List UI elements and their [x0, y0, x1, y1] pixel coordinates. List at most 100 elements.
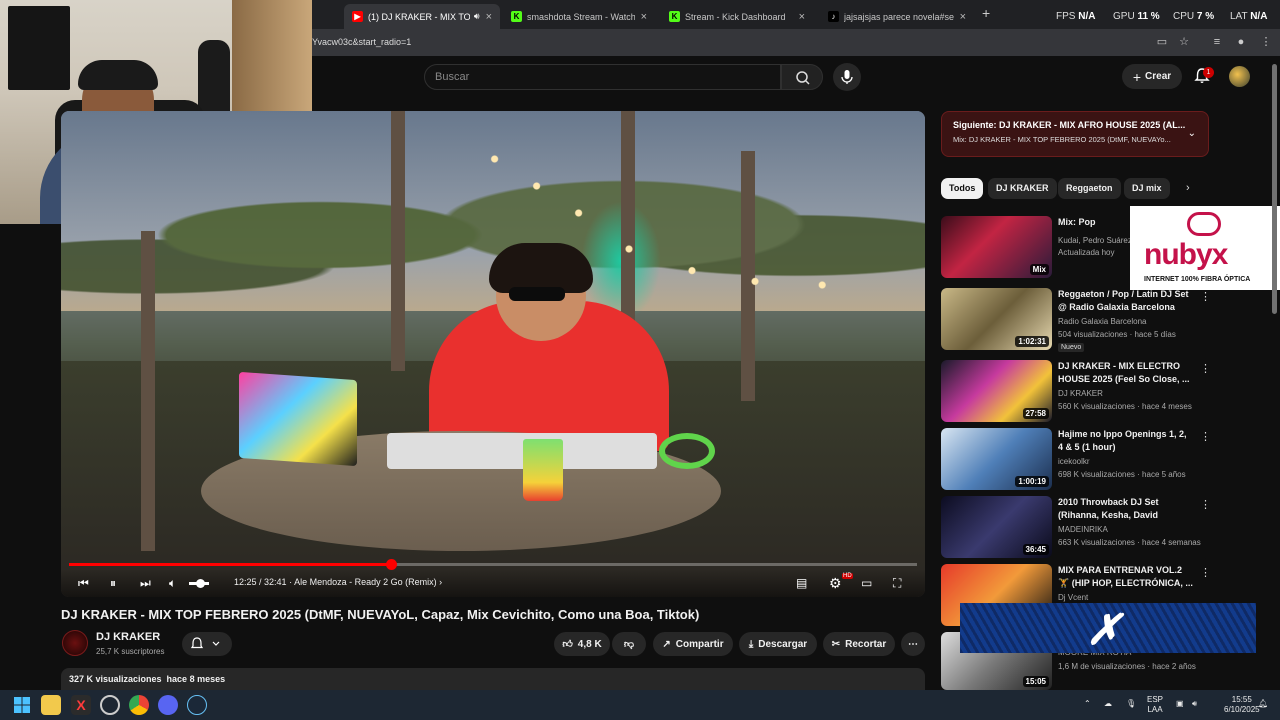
more-vertical-icon[interactable]: ⋮ — [1200, 498, 1211, 511]
chip-dj-kraker[interactable]: DJ KRAKER — [988, 178, 1057, 199]
tab-kick-dashboard[interactable]: K Stream - Kick Dashboard × — [661, 4, 813, 29]
channel-name[interactable]: DJ KRAKER — [96, 631, 160, 643]
recommendation-meta: 663 K visualizaciones · hace 4 semanas — [1058, 538, 1201, 547]
subscription-bell-button[interactable] — [182, 632, 232, 656]
speaker-tray-icon[interactable]: 🔊︎ — [1192, 699, 1197, 709]
theater-mode-icon[interactable]: ▭ — [861, 575, 872, 591]
chevron-right-icon[interactable]: › — [1186, 182, 1190, 194]
player-controls: ⏮︎ ⏸︎ ⏭︎ 🔈︎ 12:25 / 32:41 · Ale Mendoza … — [61, 569, 925, 597]
more-menu-icon[interactable]: ⋮ — [1258, 34, 1274, 50]
close-icon[interactable]: × — [641, 11, 647, 23]
file-explorer-icon[interactable] — [41, 695, 61, 715]
duration-badge: 27:58 — [1022, 408, 1049, 419]
subtitles-icon[interactable]: ▤ — [796, 575, 807, 591]
share-button[interactable]: ↗ Compartir — [653, 632, 733, 656]
notification-center-icon[interactable]: 🔔︎ — [1258, 699, 1268, 709]
cloud-icon[interactable]: ☁ — [1104, 699, 1112, 709]
volume-icon[interactable]: 🔈︎ — [169, 575, 176, 591]
video-thumbnail[interactable]: Mix — [941, 216, 1052, 278]
account-avatar[interactable] — [1229, 66, 1250, 87]
clock[interactable]: 15:55 6/10/2025 — [1224, 695, 1260, 715]
progress-bar[interactable] — [69, 559, 917, 570]
dj-controller-shape — [387, 433, 657, 469]
more-vertical-icon[interactable]: ⋮ — [1200, 290, 1211, 303]
fullscreen-icon[interactable]: ⛶ — [893, 575, 901, 591]
discord-icon[interactable] — [158, 695, 178, 715]
language-indicator[interactable]: ESP LAA — [1147, 695, 1163, 715]
lat-readout: LAT N/A — [1230, 11, 1268, 22]
windows-start-icon[interactable] — [12, 695, 32, 715]
subscriber-count: 25,7 K suscriptores — [96, 647, 165, 656]
video-player[interactable]: ⏮︎ ⏸︎ ⏭︎ 🔈︎ 12:25 / 32:41 · Ale Mendoza … — [61, 111, 925, 597]
like-button[interactable]: 👍︎ 4,8 K — [554, 632, 610, 656]
more-vertical-icon[interactable]: ⋮ — [1200, 566, 1211, 579]
chip-reggaeton[interactable]: Reggaeton — [1058, 178, 1121, 199]
next-icon[interactable]: ⏭︎ — [140, 575, 151, 591]
page-scrollbar[interactable] — [1272, 64, 1277, 314]
chrome-icon[interactable] — [129, 695, 149, 715]
chip-dj-mix[interactable]: DJ mix — [1124, 178, 1170, 199]
search-input[interactable]: Buscar — [424, 64, 781, 90]
gpu-readout: GPU 11 % — [1113, 11, 1160, 22]
star-icon[interactable]: ☆ — [1176, 34, 1192, 50]
volume-knob[interactable] — [196, 579, 205, 588]
view-stats: 327 K visualizaciones hace 8 meses — [69, 674, 226, 684]
video-thumbnail[interactable]: 1:02:31 — [941, 288, 1052, 350]
close-icon[interactable]: × — [960, 11, 966, 23]
video-thumbnail[interactable]: 36:45 — [941, 496, 1052, 558]
voice-search-button[interactable] — [833, 63, 861, 91]
video-thumbnail[interactable]: 27:58 — [941, 360, 1052, 422]
url-text[interactable]: Yvacw03c&start_radio=1 — [312, 37, 411, 47]
chevron-up-icon[interactable]: ⌃ — [1084, 699, 1091, 709]
obs-icon[interactable] — [100, 695, 120, 715]
speaker-icon[interactable]: 🔊︎ — [474, 11, 480, 22]
media-controls-icon[interactable]: ≡ — [1209, 34, 1225, 50]
recommendation-item[interactable]: 1:02:31 Reggaeton / Pop / Latin DJ Set @… — [941, 288, 1211, 352]
bell-icon — [190, 637, 220, 649]
chip-todos[interactable]: Todos — [941, 178, 984, 199]
new-tab-button[interactable]: + — [982, 5, 990, 21]
chapter-info[interactable]: · Ale Mendoza - Ready 2 Go (Remix) — [289, 577, 437, 587]
network-icon[interactable]: ▣ — [1176, 699, 1184, 709]
duration-badge: 1:02:31 — [1015, 336, 1049, 347]
dislike-button[interactable]: 👎︎ — [612, 632, 646, 656]
microphone-tray-icon[interactable]: 🎙︎ — [1126, 699, 1136, 709]
clip-button[interactable]: ✂ Recortar — [823, 632, 895, 656]
brand-x-icon: ✗ — [1083, 606, 1132, 653]
steam-icon[interactable] — [187, 695, 207, 715]
recommendation-channel: Dj Vcent — [1058, 593, 1089, 602]
create-button[interactable]: + Crear — [1122, 64, 1182, 89]
close-icon[interactable]: × — [486, 11, 492, 23]
more-vertical-icon[interactable]: ⋮ — [1200, 430, 1211, 443]
cast-icon[interactable]: ▭ — [1154, 34, 1170, 50]
recommendation-item[interactable]: 36:45 2010 Throwback DJ Set (Rihanna, Ke… — [941, 496, 1211, 558]
sponsor-tagline: INTERNET 100% FIBRA ÓPTICA — [1144, 276, 1251, 283]
search-button[interactable] — [781, 64, 823, 90]
up-next-panel[interactable]: Siguiente: DJ KRAKER - MIX AFRO HOUSE 20… — [941, 111, 1209, 157]
settings-gear-icon[interactable]: ⚙︎ — [829, 575, 842, 591]
chevron-down-icon[interactable]: ⌄ — [1188, 128, 1196, 139]
recommendation-meta: 1,6 M de visualizaciones · hace 2 años — [1058, 662, 1196, 671]
close-icon[interactable]: × — [799, 11, 805, 23]
recommendation-item[interactable]: 27:58 DJ KRAKER - MIX ELECTRO HOUSE 2025… — [941, 360, 1211, 422]
mix-badge: Mix — [1029, 264, 1049, 275]
progress-fill — [69, 563, 392, 566]
kick-icon: K — [669, 11, 680, 22]
channel-avatar[interactable] — [62, 630, 88, 656]
stream-overlay-banner: ✗ — [960, 603, 1256, 653]
tab-kick-stream[interactable]: K smashdota Stream - Watch Live × — [503, 4, 655, 29]
search-icon — [796, 71, 810, 85]
tab-youtube[interactable]: ▶ (1) DJ KRAKER - MIX TOP FEBRERO 2025 🔊… — [344, 4, 500, 29]
tab-tiktok[interactable]: ♪ jajsajsjas parece novela#seeb9 × — [820, 4, 974, 29]
download-button[interactable]: ⤓ Descargar — [739, 632, 817, 656]
pause-icon[interactable]: ⏸︎ — [110, 575, 116, 591]
recommendation-channel: MADEINRIKA — [1058, 525, 1108, 534]
profile-icon[interactable]: ● — [1233, 34, 1249, 50]
video-thumbnail[interactable]: 1:00:19 — [941, 428, 1052, 490]
microphone-icon — [841, 70, 853, 84]
recommendation-item[interactable]: 1:00:19 Hajime no Ippo Openings 1, 2, 4 … — [941, 428, 1211, 490]
xsplit-icon[interactable]: X — [71, 695, 91, 715]
previous-icon[interactable]: ⏮︎ — [78, 575, 89, 591]
more-actions-button[interactable]: ⋯ — [901, 632, 925, 656]
more-vertical-icon[interactable]: ⋮ — [1200, 362, 1211, 375]
